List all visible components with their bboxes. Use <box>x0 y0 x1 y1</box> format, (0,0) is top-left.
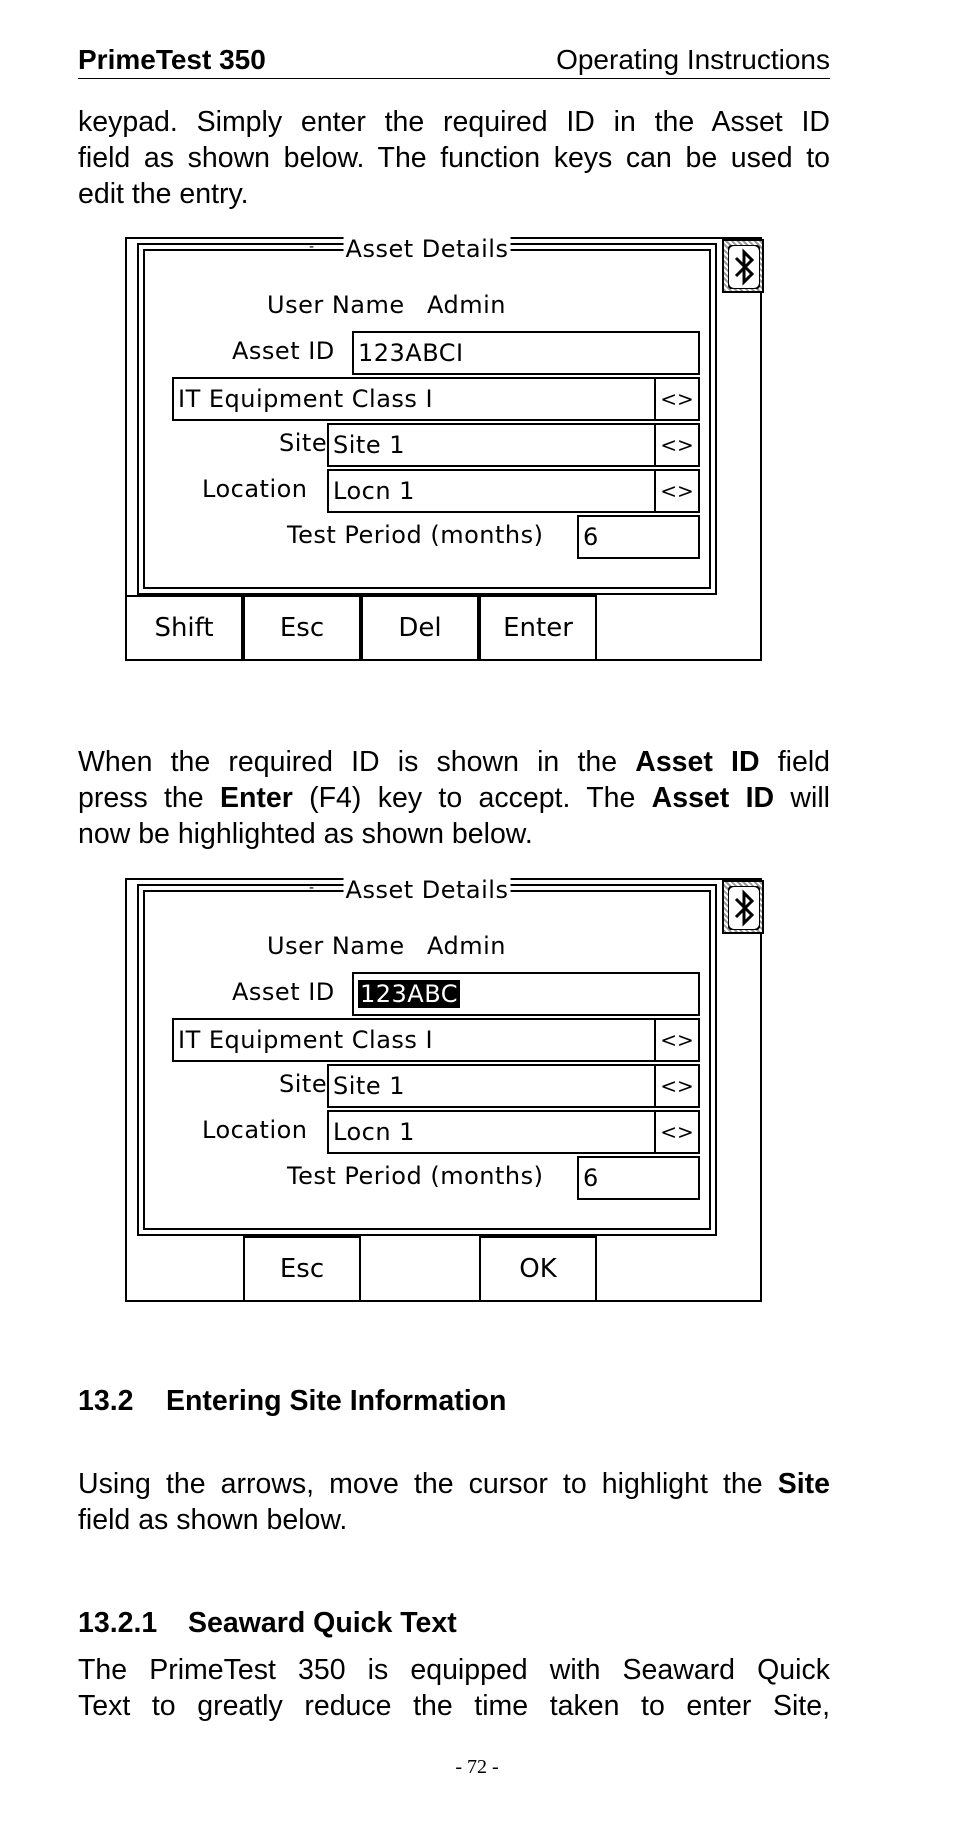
site-selector[interactable]: Site 1 <> <box>327 423 700 467</box>
text-line: When the required ID is shown in the Ass… <box>78 746 831 778</box>
subsection-heading: 13.2.1 Seaward Quick Text <box>78 1607 457 1640</box>
equipment-class-value: IT Equipment Class I <box>178 385 434 413</box>
panel-title: Asset Details <box>343 876 511 904</box>
header-section: Operating Instructions <box>556 44 830 75</box>
asset-id-field[interactable]: 123ABC <box>352 972 700 1016</box>
user-name-value: Admin <box>427 291 506 319</box>
site-value: Site 1 <box>333 1072 405 1100</box>
site-label: Site <box>279 429 328 457</box>
text-line: The PrimeTest 350 is equipped with Seawa… <box>78 1654 830 1686</box>
del-key[interactable]: Del <box>361 595 479 659</box>
test-period-value: 6 <box>583 1164 599 1192</box>
bluetooth-icon <box>722 239 764 293</box>
intro-paragraph: keypad. Simply enter the required ID in … <box>78 104 830 212</box>
esc-key[interactable]: Esc <box>243 1236 361 1300</box>
location-label: Location <box>202 475 308 503</box>
text-line: edit the entry. <box>78 178 249 210</box>
device-screen-edit: - Asset Details User Name Admin Asset ID… <box>125 235 764 661</box>
text-line: press the Enter (F4) key to accept. The … <box>78 782 830 814</box>
location-selector[interactable]: Locn 1 <> <box>327 469 700 513</box>
location-label: Location <box>202 1116 308 1144</box>
site-label: Site <box>279 1070 328 1098</box>
text-line: field as shown below. <box>78 1504 348 1536</box>
text-line: Using the arrows, move the cursor to hig… <box>78 1468 831 1500</box>
equipment-class-selector[interactable]: IT Equipment Class I <> <box>172 377 700 421</box>
section-heading: 13.2 Entering Site Information <box>78 1385 506 1418</box>
location-selector[interactable]: Locn 1 <> <box>327 1110 700 1154</box>
site-selector[interactable]: Site 1 <> <box>327 1064 700 1108</box>
location-value: Locn 1 <box>333 1118 415 1146</box>
test-period-field[interactable]: 6 <box>577 1156 700 1200</box>
confirm-paragraph: When the required ID is shown in the Ass… <box>78 744 830 852</box>
ok-key[interactable]: OK <box>479 1236 597 1300</box>
user-name-label: User Name <box>267 932 405 960</box>
cycle-arrows-icon[interactable]: <> <box>654 425 698 465</box>
site-value: Site 1 <box>333 431 405 459</box>
panel-title: Asset Details <box>343 235 511 263</box>
section-number: 13.2.1 <box>78 1607 158 1639</box>
equipment-class-value: IT Equipment Class I <box>178 1026 434 1054</box>
asset-id-label: Asset ID <box>232 337 335 365</box>
text-line: now be highlighted as shown below. <box>78 818 533 850</box>
cycle-arrows-icon[interactable]: <> <box>654 1020 698 1060</box>
test-period-label: Test Period (months) <box>287 521 544 549</box>
test-period-value: 6 <box>583 523 599 551</box>
asset-id-value-highlighted: 123ABC <box>358 980 461 1008</box>
header-title: PrimeTest 350 <box>78 44 266 75</box>
user-name-value: Admin <box>427 932 506 960</box>
test-period-label: Test Period (months) <box>287 1162 544 1190</box>
section-number: 13.2 <box>78 1385 134 1417</box>
site-paragraph: Using the arrows, move the cursor to hig… <box>78 1466 830 1538</box>
equipment-class-selector[interactable]: IT Equipment Class I <> <box>172 1018 700 1062</box>
section-title: Entering Site Information <box>166 1385 507 1417</box>
device-screen-highlighted: - Asset Details User Name Admin Asset ID… <box>125 876 764 1302</box>
function-keys: Esc OK <box>127 1236 597 1302</box>
text-line: keypad. Simply enter the required ID in … <box>78 106 830 138</box>
asset-id-value: 123ABCI <box>358 339 464 367</box>
test-period-field[interactable]: 6 <box>577 515 700 559</box>
text-line: Text to greatly reduce the time taken to… <box>78 1690 830 1722</box>
shift-key[interactable]: Shift <box>125 595 243 659</box>
enter-key[interactable]: Enter <box>479 595 597 659</box>
cycle-arrows-icon[interactable]: <> <box>654 471 698 511</box>
asset-id-field[interactable]: 123ABCI <box>352 331 700 375</box>
page-number: - 72 - <box>455 1756 499 1778</box>
cycle-arrows-icon[interactable]: <> <box>654 379 698 419</box>
function-keys: Shift Esc Del Enter <box>125 595 597 661</box>
esc-key[interactable]: Esc <box>243 595 361 659</box>
asset-id-label: Asset ID <box>232 978 335 1006</box>
text-line: field as shown below. The function keys … <box>78 142 830 174</box>
cycle-arrows-icon[interactable]: <> <box>654 1112 698 1152</box>
quick-text-paragraph: The PrimeTest 350 is equipped with Seawa… <box>78 1652 830 1724</box>
section-title: Seaward Quick Text <box>188 1607 457 1639</box>
user-name-label: User Name <box>267 291 405 319</box>
cycle-arrows-icon[interactable]: <> <box>654 1066 698 1106</box>
page-header: PrimeTest 350 Operating Instructions <box>78 44 830 79</box>
location-value: Locn 1 <box>333 477 415 505</box>
bluetooth-icon <box>722 880 764 934</box>
